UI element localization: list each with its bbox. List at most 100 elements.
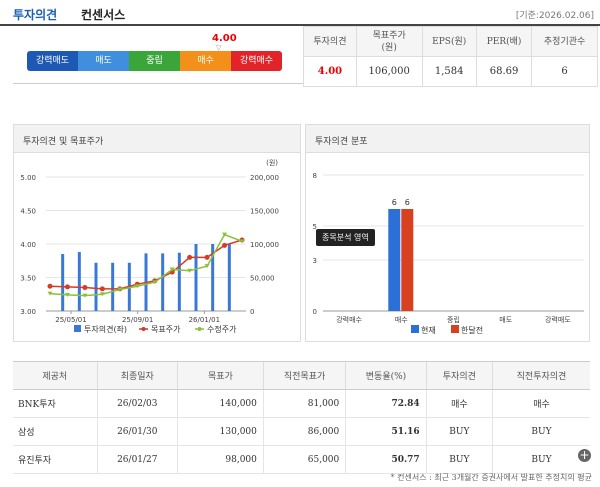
cell-opinion: 매수 <box>425 389 493 418</box>
summary-eps: 1,584 <box>421 56 477 87</box>
consensus-header: 목표가 <box>177 361 264 390</box>
legend-label: 현재 <box>421 326 436 335</box>
category-label: 매도 <box>499 316 512 324</box>
y-tick: 0 <box>313 308 317 316</box>
legend-marker <box>411 325 419 333</box>
legend-label: 수정주가 <box>207 324 237 334</box>
opinion-distribution-chart: 8530강력매수 매수6 6중립 매도 강력매도현재 한달전 <box>313 172 584 335</box>
opinion-target-chart: (원) 5.00 4.50 4.00 3.50 3.00 200,000 150,000 100… <box>20 158 279 334</box>
category-label: 중립 <box>447 316 460 324</box>
target-price-point <box>82 285 88 291</box>
consensus-header: 직전투자의견 <box>491 361 590 390</box>
scale-strong-sell: 강력매도 <box>27 51 78 71</box>
cell-prev-target-price: 86,000 <box>262 417 346 446</box>
y-tick: 3 <box>313 257 317 265</box>
consensus-header: 투자의견 <box>425 361 493 390</box>
cell-prev-target-price: 81,000 <box>262 389 346 418</box>
summary-header: 추정기관수 <box>531 26 598 57</box>
opinion-scale-panel: 4.00 ▽ 강력매도 매도 중립 매수 강력매수 <box>13 28 303 84</box>
y-right-tick: 200,000 <box>250 174 279 182</box>
cell-target-price: 130,000 <box>177 417 264 446</box>
cell-target-price: 140,000 <box>177 389 264 418</box>
cell-change-rate: 72.84 <box>345 389 427 418</box>
x-tick-label: 25/05/01 <box>55 316 86 324</box>
bar-value-label: 6 <box>405 198 410 207</box>
target-price-point <box>222 242 228 248</box>
bar-value-label: 6 <box>392 198 397 207</box>
consensus-header: 직전목표가 <box>262 361 346 390</box>
opinion-bar <box>161 253 165 311</box>
panel-title: 투자의견 및 목표주가 <box>14 125 300 153</box>
category-label: 강력매수 <box>336 315 362 324</box>
opinion-bar <box>111 262 115 311</box>
cell-prev-opinion: BUY <box>491 445 590 474</box>
y-left-tick: 4.50 <box>20 208 36 216</box>
summary-per: 68.69 <box>475 56 533 87</box>
legend-marker <box>197 327 202 331</box>
section-title-blue: 투자의견 <box>13 8 58 22</box>
section-header: 투자의견 컨센서스 [기준:2026.02.06] <box>0 0 600 26</box>
y-left-tick: 3.00 <box>20 308 36 316</box>
opinion-bar <box>77 252 81 311</box>
scale-sell: 매도 <box>78 51 129 71</box>
consensus-header: 최종일자 <box>96 361 178 390</box>
y-left-tick: 4.00 <box>20 241 36 249</box>
category-label: 매수 <box>395 316 408 324</box>
cell-provider: 유진투자 <box>13 445 98 474</box>
consensus-table: 제공처 최종일자 목표가 직전목표가 변동율(%) 투자의견 직전투자의견 BNK투자 26/… <box>13 361 590 474</box>
summary-header: 투자의견 <box>303 26 357 57</box>
opinion-bar <box>94 262 98 311</box>
target-price-point <box>99 286 105 292</box>
x-tick-label: 25/09/01 <box>122 316 153 324</box>
cell-final-date: 26/02/03 <box>96 389 178 418</box>
summary-table: 투자의견 목표주가 (원) EPS(원) PER(배) 추정기관수 4.00 1… <box>303 26 598 87</box>
panel-title: 투자의견 분포 <box>306 125 589 153</box>
y-left-tick: 3.50 <box>20 275 36 283</box>
summary-target-price: 106,000 <box>355 56 423 87</box>
table-row: BNK투자 26/02/03 140,000 81,000 72.84 매수 매수 <box>13 389 590 418</box>
legend-marker <box>141 327 146 331</box>
y-right-tick: 50,000 <box>250 275 275 283</box>
chart-tooltip: 종목분석 영역 <box>316 229 375 246</box>
cell-final-date: 26/01/30 <box>96 417 178 446</box>
legend-label: 한달전 <box>461 325 483 335</box>
y-right-tick: 0 <box>250 308 254 316</box>
cell-provider: 삼성 <box>13 417 98 446</box>
summary-header: 목표주가 (원) <box>355 26 423 57</box>
scale-strong-buy: 강력매수 <box>231 51 282 71</box>
target-price-point <box>47 283 53 289</box>
consensus-header: 제공처 <box>13 361 98 390</box>
base-date: [기준:2026.02.06] <box>515 11 594 21</box>
y-left-tick: 5.00 <box>20 174 36 182</box>
opinion-bar <box>177 252 181 311</box>
cell-final-date: 26/01/27 <box>96 445 178 474</box>
right-axis-unit: (원) <box>266 158 278 167</box>
table-row: 삼성 26/01/30 130,000 86,000 51.16 BUY BUY <box>13 417 590 446</box>
opinion-target-chart-panel: 투자의견 및 목표주가 (원) 5.00 4.50 4.00 3.50 3.00 200,0… <box>13 124 301 342</box>
consensus-header: 변동율(%) <box>345 361 427 390</box>
scale-buy: 매수 <box>180 51 231 71</box>
section-title: 컨센서스 <box>81 8 126 22</box>
opinion-value: 4.00 <box>212 33 237 44</box>
distribution-bar <box>401 209 414 311</box>
table-row: 유진투자 26/01/27 98,000 65,000 50.77 BUY BUY <box>13 445 590 474</box>
target-price-point <box>64 284 70 290</box>
summary-header: PER(배) <box>475 26 533 57</box>
opinion-bar <box>227 244 231 311</box>
cell-opinion: BUY <box>425 445 493 474</box>
y-tick: 8 <box>313 172 317 180</box>
legend-marker <box>451 325 459 333</box>
summary-header: EPS(원) <box>421 26 477 57</box>
cell-change-rate: 51.16 <box>345 417 427 446</box>
scale-neutral: 중립 <box>129 51 180 71</box>
expand-plus-icon[interactable]: + <box>578 449 591 462</box>
cell-target-price: 98,000 <box>177 445 264 474</box>
opinion-distribution-panel: 투자의견 분포 8 5 3 0 강력매수 매수 6 6 중립 매도 강력매도 현재 한달전 종목분석 영… <box>305 124 590 342</box>
legend-label: 목표주가 <box>151 325 181 334</box>
target-price-point <box>187 254 193 260</box>
cell-prev-opinion: 매수 <box>491 389 590 418</box>
y-right-tick: 100,000 <box>250 241 279 249</box>
footnote: * 컨센서스 : 최근 3개월간 증권사에서 발표한 추정치의 평균 <box>390 473 592 482</box>
opinion-bar <box>194 244 198 311</box>
legend-label: 투자의견(좌) <box>84 324 127 334</box>
